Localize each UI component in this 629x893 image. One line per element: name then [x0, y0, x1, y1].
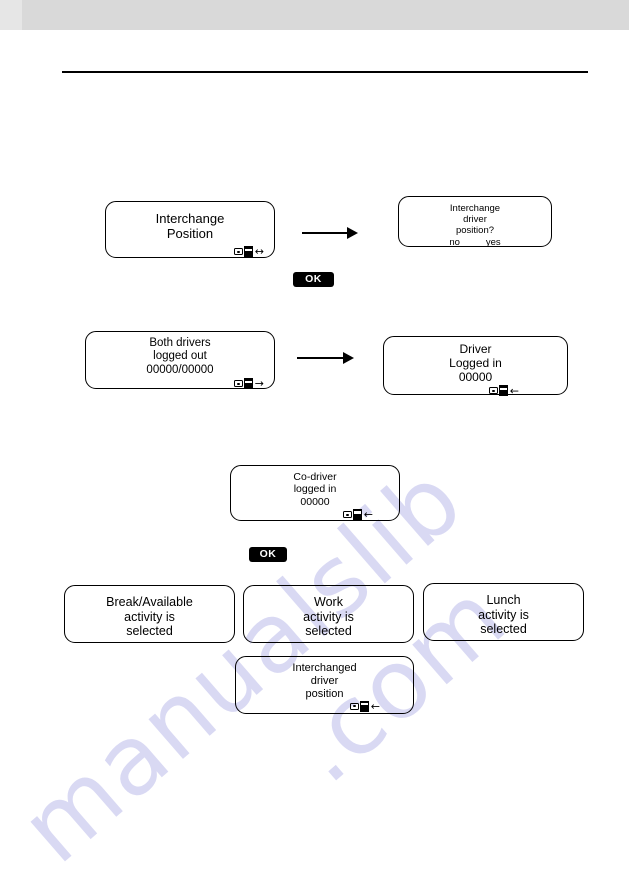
softkey-no[interactable]: no — [449, 237, 460, 248]
display-driver-logged-in: Driver Logged in 00000 ← — [383, 336, 568, 398]
flow-arrow-shaft — [302, 232, 348, 234]
display-line: 00000 — [458, 370, 493, 385]
display-both-drivers-logged-out: Both drivers logged out 00000/00000 → — [85, 331, 275, 390]
display-icon-row: ← — [236, 699, 413, 713]
card-slot-icon — [243, 378, 253, 390]
display-line: Break/Available — [106, 595, 193, 609]
left-arrow-icon: ← — [509, 384, 519, 398]
display-line: Logged in — [449, 356, 502, 371]
display-line: Lunch — [486, 593, 521, 607]
display-interchange-driver-position-question: Interchange driver position? no yes — [398, 196, 552, 248]
smartcard-icon — [349, 702, 359, 710]
flow-arrow-head — [347, 227, 358, 239]
display-line: Work — [314, 595, 343, 609]
display-line: logged out — [153, 350, 207, 363]
card-slot-icon — [352, 508, 362, 520]
flow-arrow-shaft — [297, 357, 344, 359]
display-line: driver — [310, 674, 339, 687]
display-line: Co-driver — [293, 471, 337, 483]
smartcard-icon — [233, 380, 243, 388]
display-icon-row: ← — [231, 507, 399, 521]
ok-key-top[interactable]: OK — [293, 272, 334, 287]
display-line: selected — [126, 624, 173, 639]
display-icon-row: ← — [384, 384, 567, 398]
card-slot-icon — [359, 700, 369, 712]
page-root: manualslib .com Interchange Position ↔ I… — [0, 0, 629, 893]
display-line: logged in — [293, 483, 337, 496]
flow-arrow-head — [343, 352, 354, 364]
display-line: position — [305, 687, 344, 700]
flow-diagram: Interchange Position ↔ Interchange drive… — [0, 0, 629, 893]
display-icon-row: ↔ — [106, 244, 274, 259]
display-line: Interchange — [155, 211, 225, 226]
flow-arrow-2 — [297, 352, 355, 364]
smartcard-icon — [233, 248, 243, 256]
smartcard-icon — [488, 387, 498, 395]
left-right-arrow-icon: ↔ — [254, 245, 264, 259]
smartcard-icon — [342, 510, 352, 518]
display-line: driver — [463, 214, 487, 226]
display-line: Driver — [459, 342, 492, 356]
display-codriver-logged-in: Co-driver logged in 00000 ← — [230, 465, 400, 521]
display-line: selected — [305, 624, 352, 639]
display-break-available-selected: Break/Available activity is selected — [64, 585, 235, 643]
ok-key-middle[interactable]: OK — [249, 547, 287, 562]
display-work-selected: Work activity is selected — [243, 585, 414, 643]
display-line: position? — [455, 225, 495, 237]
display-icon-row: → — [86, 378, 274, 390]
left-arrow-icon: ← — [363, 507, 373, 521]
display-line: selected — [480, 622, 527, 637]
card-slot-icon — [243, 246, 253, 258]
display-line: activity is — [303, 609, 354, 624]
display-line: activity is — [478, 607, 529, 622]
flow-arrow-1 — [302, 227, 358, 239]
display-line: Position — [166, 226, 214, 242]
display-line: 00000/00000 — [146, 363, 214, 376]
left-arrow-icon: ← — [370, 699, 380, 713]
display-lunch-selected: Lunch activity is selected — [423, 583, 584, 641]
display-line: activity is — [124, 609, 175, 624]
display-interchanged-driver-position: Interchanged driver position ← — [235, 656, 414, 714]
softkey-yes[interactable]: yes — [486, 237, 501, 248]
display-line: Interchange — [449, 203, 501, 214]
display-line: Interchanged — [292, 662, 357, 674]
right-arrow-icon: → — [254, 377, 264, 391]
display-softkey-row: no yes — [399, 237, 551, 248]
display-line: 00000 — [300, 495, 330, 508]
display-interchange-position: Interchange Position ↔ — [105, 201, 275, 258]
display-line: Both drivers — [149, 337, 211, 349]
card-slot-icon — [498, 385, 508, 397]
